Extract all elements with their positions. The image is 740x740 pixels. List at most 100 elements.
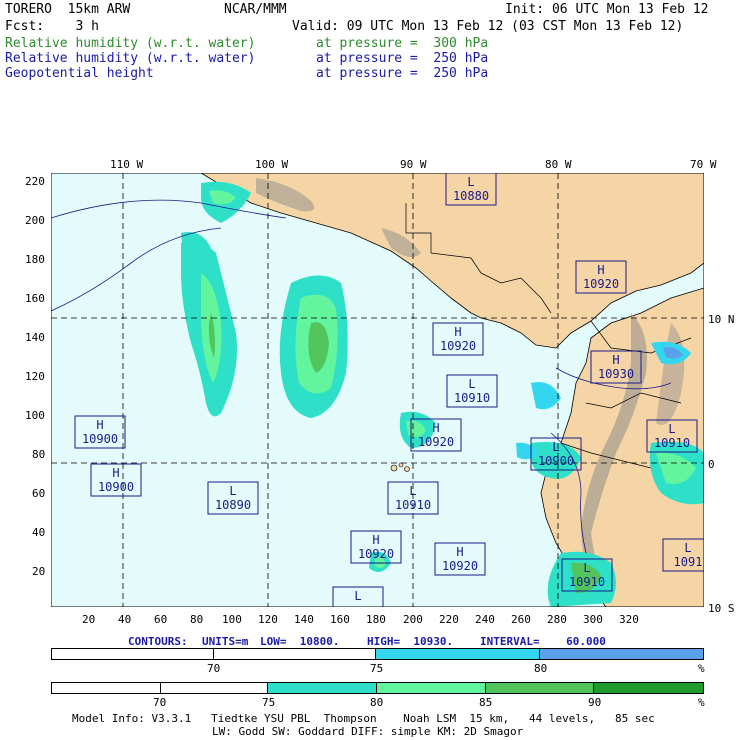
- lon-label-100w: 100 W: [255, 158, 289, 171]
- pressure-center-value: 10920: [442, 559, 478, 573]
- colorbar1-label-75: 75: [370, 662, 384, 675]
- y-tick-40: 40: [32, 526, 46, 539]
- y-tick-60: 60: [32, 487, 46, 500]
- colorbar2-label-percent: %: [698, 696, 705, 709]
- field-2-name: Relative humidity (w.r.t. water): [5, 51, 256, 66]
- pressure-center-symbol: L: [583, 561, 590, 575]
- pressure-center-value: 10910: [654, 436, 690, 450]
- y-tick-180: 180: [25, 253, 45, 266]
- y-tick-20: 20: [32, 565, 46, 578]
- x-tick-80: 80: [190, 613, 204, 626]
- valid-time: Valid: 09 UTC Mon 13 Feb 12 (03 CST Mon …: [292, 19, 684, 34]
- colorbar2-segment-75-80: [268, 683, 378, 693]
- field-1-name: Relative humidity (w.r.t. water): [5, 36, 256, 51]
- field-2-level: at pressure = 250 hPa: [316, 51, 489, 66]
- lat-label-10n: 10 N: [708, 313, 735, 326]
- colorbar1-label-80: 80: [534, 662, 548, 675]
- pressure-center-symbol: H: [456, 545, 463, 559]
- pressure-center-symbol: H: [372, 533, 379, 547]
- contours-high: HIGH= 10930.: [367, 635, 454, 648]
- colorbar1-label-70: 70: [207, 662, 221, 675]
- y-tick-200: 200: [25, 214, 45, 227]
- pressure-center-symbol: L: [684, 541, 691, 555]
- pressure-center-symbol: H: [96, 418, 103, 432]
- pressure-center-symbol: H: [432, 421, 439, 435]
- field-3-name: Geopotential height: [5, 66, 154, 81]
- pressure-center-value: 10920: [358, 547, 394, 561]
- y-tick-140: 140: [25, 331, 45, 344]
- colorbar2-label-75: 75: [262, 696, 276, 709]
- lon-label-110w: 110 W: [110, 158, 144, 171]
- colorbar-rh-250: [51, 648, 704, 660]
- x-tick-220: 220: [439, 613, 459, 626]
- colorbar2-segment-70-75: [160, 683, 269, 693]
- colorbar2-segment-below-70: [52, 683, 161, 693]
- pressure-center-value: 10920: [583, 277, 619, 291]
- y-tick-100: 100: [25, 409, 45, 422]
- x-tick-260: 260: [511, 613, 531, 626]
- field-1-level: at pressure = 300 hPa: [316, 36, 489, 51]
- pressure-center-value: 10880: [453, 189, 489, 203]
- contours-interval: INTERVAL= 60.000: [480, 635, 606, 648]
- colorbar1-segment-below-70: [52, 649, 214, 659]
- pressure-center-value: 1091: [674, 555, 703, 569]
- pressure-center-symbol: H: [597, 263, 604, 277]
- pressure-center-value: 10900: [82, 432, 118, 446]
- colorbar1-segment-above-80: [539, 649, 703, 659]
- pressure-center-symbol: H: [112, 466, 119, 480]
- contours-low: LOW= 10800.: [260, 635, 340, 648]
- contours-units: UNITS=m: [202, 635, 249, 648]
- lat-label-equator: 0: [708, 458, 715, 471]
- x-tick-100: 100: [222, 613, 242, 626]
- lon-label-80w: 80 W: [545, 158, 572, 171]
- pressure-center-symbol: L: [409, 484, 416, 498]
- lat-label-10s: 10 S: [708, 602, 735, 615]
- y-tick-160: 160: [25, 292, 45, 305]
- colorbar2-label-90: 90: [588, 696, 602, 709]
- lon-label-90w: 90 W: [400, 158, 427, 171]
- pressure-center-value: 10900: [538, 454, 574, 468]
- x-tick-280: 280: [547, 613, 567, 626]
- contours-label: CONTOURS:: [128, 635, 188, 648]
- x-tick-160: 160: [330, 613, 350, 626]
- pressure-center-symbol: L: [668, 422, 675, 436]
- org-label: NCAR/MMM: [224, 2, 287, 17]
- colorbar-rh-300: [51, 682, 704, 694]
- x-tick-20: 20: [82, 613, 96, 626]
- pressure-center-symbol: L: [229, 484, 236, 498]
- colorbar2-label-80: 80: [370, 696, 384, 709]
- pressure-center-symbol: L: [552, 440, 559, 454]
- pressure-center-value: 10920: [440, 339, 476, 353]
- colorbar1-segment-70-75: [213, 649, 376, 659]
- pressure-center-symbol: L: [467, 175, 474, 189]
- pressure-center-value: 10910: [569, 575, 605, 589]
- pressure-center-value: 10930: [598, 367, 634, 381]
- x-tick-140: 140: [294, 613, 314, 626]
- y-tick-80: 80: [32, 448, 46, 461]
- model-info-line2: LW: Godd SW: Goddard DIFF: simple KM: 2D…: [212, 725, 524, 738]
- pressure-center-value: 10890: [215, 498, 251, 512]
- colorbar2-label-70: 70: [153, 696, 167, 709]
- model-title: TORERO 15km ARW: [5, 2, 131, 17]
- forecast-hour: Fcst: 3 h: [5, 19, 99, 34]
- x-tick-200: 200: [403, 613, 423, 626]
- init-time: Init: 06 UTC Mon 13 Feb 12: [505, 2, 709, 17]
- pressure-center-value: 10920: [418, 435, 454, 449]
- weather-map: L10880H10920H10920H10930L10910H10900H109…: [51, 173, 704, 607]
- x-tick-240: 240: [475, 613, 495, 626]
- colorbar2-segment-85-90: [485, 683, 595, 693]
- x-tick-60: 60: [154, 613, 168, 626]
- y-tick-220: 220: [25, 175, 45, 188]
- x-tick-40: 40: [118, 613, 132, 626]
- pressure-center-symbol: L: [354, 589, 361, 603]
- pressure-center-symbol: L: [468, 377, 475, 391]
- x-tick-180: 180: [366, 613, 386, 626]
- pressure-center-value: 10910: [395, 498, 431, 512]
- x-tick-320: 320: [619, 613, 639, 626]
- pressure-center-value: 10910: [454, 391, 490, 405]
- colorbar1-segment-75-80: [376, 649, 540, 659]
- x-tick-120: 120: [258, 613, 278, 626]
- pressure-center-symbol: H: [612, 353, 619, 367]
- field-3-level: at pressure = 250 hPa: [316, 66, 489, 81]
- x-tick-300: 300: [583, 613, 603, 626]
